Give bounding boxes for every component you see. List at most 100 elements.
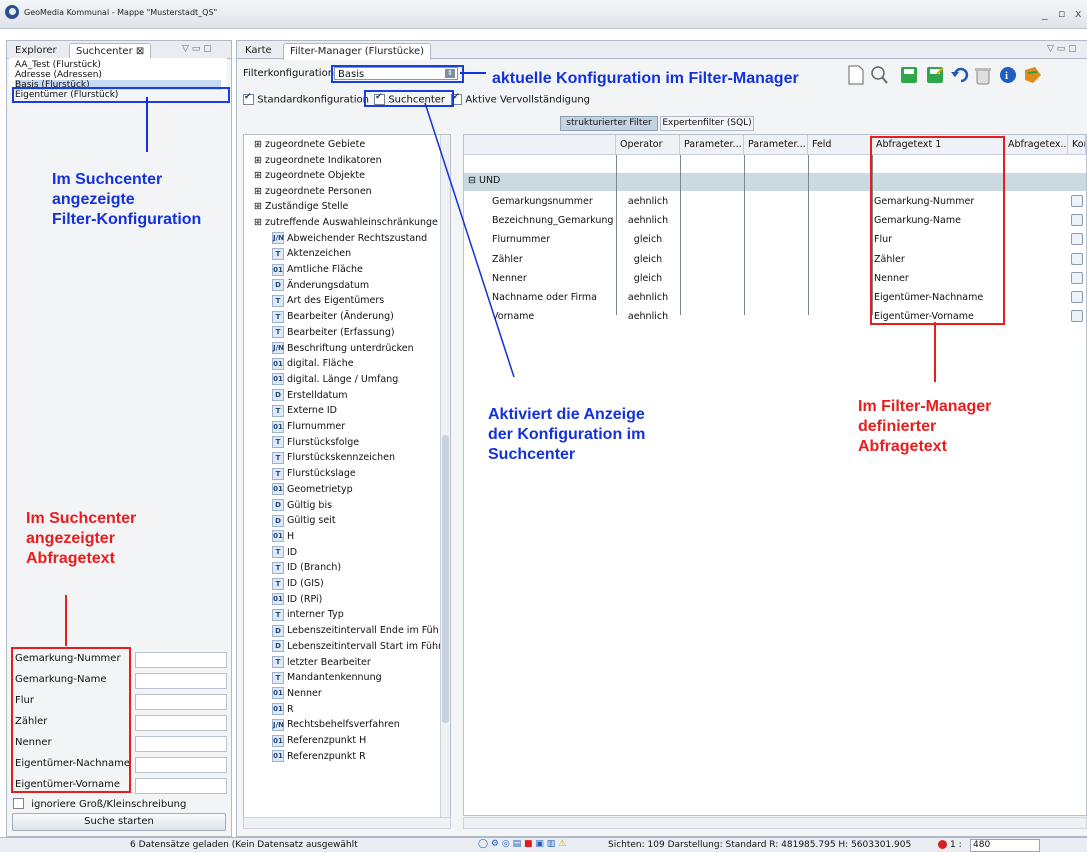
tree-attribute[interactable]: T Art des Eigentümers <box>272 293 384 308</box>
grid-row-checkbox[interactable] <box>1071 252 1083 265</box>
tree-attribute[interactable]: T Flurstückskennzeichen <box>272 450 395 465</box>
tree-attribute[interactable]: 01 digital. Fläche <box>272 356 354 371</box>
grid-row-checkbox[interactable] <box>1071 233 1083 246</box>
tree-attribute[interactable]: 01 Referenzpunkt H <box>272 733 366 748</box>
tab-structured-filter[interactable]: strukturierter Filter <box>560 116 658 131</box>
grid-cell-operator[interactable]: aehnlich <box>616 211 680 230</box>
grid-row-checkbox[interactable] <box>1071 310 1083 323</box>
grid-header[interactable]: Parameter... <box>680 135 744 155</box>
search-input[interactable] <box>135 715 227 731</box>
grid-cell-field[interactable]: Gemarkungsnummer <box>492 192 616 211</box>
grid-cell-operator[interactable]: gleich <box>616 230 680 249</box>
grid-row-checkbox[interactable] <box>1071 291 1083 303</box>
view-menu-icon[interactable]: ▽ ▭ ▢ <box>1047 44 1077 54</box>
tree-attribute[interactable]: T Bearbeiter (Änderung) <box>272 309 394 324</box>
tree-attribute[interactable]: J/N Beschriftung unterdrücken <box>272 341 414 356</box>
minimize-button[interactable]: _ <box>1042 7 1048 20</box>
tree-attribute[interactable]: 01 Referenzpunkt R <box>272 749 366 764</box>
grid-cell-operator[interactable]: aehnlich <box>616 192 680 211</box>
search-input[interactable] <box>135 694 227 710</box>
grid-cell-field[interactable]: Flurnummer <box>492 230 616 249</box>
search-input[interactable] <box>135 673 227 689</box>
tree-attribute[interactable]: D Gültig seit <box>272 513 336 528</box>
tree-attribute[interactable]: T Flurstückslage <box>272 466 356 481</box>
tree-attribute[interactable]: 01 digital. Länge / Umfang <box>272 372 398 387</box>
search-input[interactable] <box>135 652 227 668</box>
tree-group[interactable]: ⊞ zugeordnete Personen <box>254 184 372 199</box>
grid-header[interactable]: Parameter... <box>744 135 808 155</box>
grid-row-checkbox[interactable] <box>1071 214 1083 227</box>
tree-attribute[interactable]: D Lebenszeitintervall Start im Führ <box>272 639 442 654</box>
grid-cell-operator[interactable]: aehnlich <box>616 288 680 307</box>
tree-attribute[interactable]: T Flurstücksfolge <box>272 435 359 450</box>
grid-cell-field[interactable]: Bezeichnung_Gemarkung <box>492 211 616 230</box>
ignore-case-checkbox[interactable] <box>13 798 24 809</box>
tree-attribute[interactable]: T Externe ID <box>272 403 337 418</box>
config-item[interactable]: Adresse (Adressen) <box>15 70 102 80</box>
grid-row-checkbox[interactable] <box>1071 195 1083 207</box>
grid-cell-field[interactable]: Nenner <box>492 269 616 288</box>
expand-icon[interactable]: ⊞ <box>254 155 265 166</box>
maximize-button[interactable]: ▫ <box>1058 7 1065 20</box>
tree-attribute[interactable]: D Erstelldatum <box>272 388 348 403</box>
tree-attribute[interactable]: J/N Abweichender Rechtszustand <box>272 231 427 246</box>
grid-hscrollbar[interactable] <box>463 817 1087 829</box>
tree-group[interactable]: ⊞ zugeordnete Objekte <box>254 168 365 183</box>
tab-karte[interactable]: Karte <box>239 43 278 59</box>
grid-cell-operator[interactable]: aehnlich <box>616 307 680 326</box>
tree-attribute[interactable]: 01 Nenner <box>272 686 322 701</box>
standard-config-checkbox[interactable] <box>243 92 254 105</box>
tree-attribute[interactable]: D Gültig bis <box>272 498 332 513</box>
tree-attribute[interactable]: D Lebenszeitintervall Ende im Füh <box>272 623 439 638</box>
tree-group[interactable]: ⊞ zutreffende Auswahleinschränkunge <box>254 215 438 230</box>
tree-attribute[interactable]: T Bearbeiter (Erfassung) <box>272 325 395 340</box>
grid-row-checkbox[interactable] <box>1071 271 1083 284</box>
tree-attribute[interactable]: 01 R <box>272 702 294 717</box>
expand-icon[interactable]: ⊞ <box>254 217 265 228</box>
tree-attribute[interactable]: Tletzter Bearbeiter <box>272 655 371 670</box>
tree-attribute[interactable]: D Änderungsdatum <box>272 278 369 293</box>
tree-attribute[interactable]: 01 Amtliche Fläche <box>272 262 363 277</box>
tree-attribute[interactable]: J/N Rechtsbehelfsverfahren <box>272 717 400 732</box>
search-input[interactable] <box>135 736 227 752</box>
tree-attribute[interactable]: T Aktenzeichen <box>272 246 351 261</box>
expand-icon[interactable]: ⊞ <box>254 186 265 197</box>
tree-group[interactable]: ⊞ Zuständige Stelle <box>254 199 348 214</box>
grid-cell-field[interactable]: Vorname <box>492 307 616 326</box>
grid-header[interactable]: Feld <box>808 135 872 155</box>
grid-header[interactable]: Operator <box>616 135 680 155</box>
search-input[interactable] <box>135 778 227 794</box>
search-input[interactable] <box>135 757 227 773</box>
expand-icon[interactable]: ⊞ <box>254 170 265 181</box>
tree-scrollbar[interactable] <box>440 135 450 817</box>
record-icon[interactable] <box>938 840 947 849</box>
view-menu-icon[interactable]: ▽ ▭ ▢ <box>182 44 212 54</box>
search-button[interactable]: Suche starten <box>12 813 226 831</box>
tree-attribute[interactable]: 01 H <box>272 529 294 544</box>
tree-attribute[interactable]: Tinterner Typ <box>272 607 344 622</box>
tree-group[interactable]: ⊞ zugeordnete Gebiete <box>254 137 365 152</box>
scale-input[interactable]: 480 <box>970 839 1040 852</box>
grid-cell-field[interactable]: Nachname oder Firma <box>492 288 616 307</box>
expand-icon[interactable]: ⊞ <box>254 139 265 150</box>
tree-attribute[interactable]: T ID <box>272 545 297 560</box>
tab-filter-manager[interactable]: Filter-Manager (Flurstücke) <box>283 43 432 60</box>
grid-cell-operator[interactable]: gleich <box>616 269 680 288</box>
tree-attribute[interactable]: T ID (Branch) <box>272 560 341 575</box>
status-icons[interactable]: ◯ ⚙ ◎ ▤ ■ ▣ ▥ ⚠ <box>478 839 566 849</box>
tree-hscrollbar[interactable] <box>243 817 451 829</box>
tab-expert-filter[interactable]: Expertenfilter (SQL) <box>660 116 754 131</box>
tree-group[interactable]: ⊞ zugeordnete Indikatoren <box>254 153 382 168</box>
tree-attribute[interactable]: 01 Flurnummer <box>272 419 345 434</box>
tree-attribute[interactable]: 01 ID (RPi) <box>272 592 322 607</box>
grid-cell-operator[interactable]: gleich <box>616 250 680 269</box>
tab-explorer[interactable]: Explorer <box>9 43 63 59</box>
tree-attribute[interactable]: T ID (GIS) <box>272 576 324 591</box>
ignore-case-row[interactable]: ignoriere Groß/Kleinschreibung <box>13 798 186 810</box>
expand-icon[interactable]: ⊞ <box>254 201 265 212</box>
tree-attribute[interactable]: 01 Geometrietyp <box>272 482 353 497</box>
config-item[interactable]: AA_Test (Flurstück) <box>15 60 101 70</box>
tree-scroll-thumb[interactable] <box>442 435 449 723</box>
grid-header[interactable]: Kor <box>1068 135 1086 155</box>
close-button[interactable]: x <box>1075 7 1082 20</box>
